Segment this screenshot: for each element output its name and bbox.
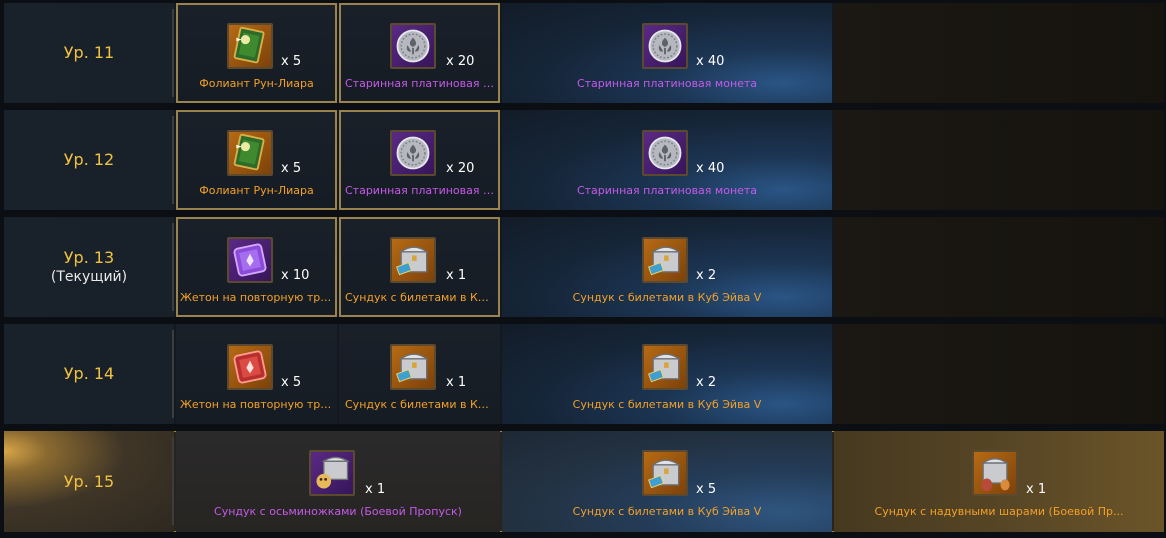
reward-quantity: x 40 — [696, 161, 725, 176]
reward-row-level-14: Ур. 14 x 5 Жетон на повторную транс... x… — [4, 324, 1164, 424]
extra-reward-slot-empty — [834, 110, 1164, 210]
purple-token-icon[interactable] — [227, 237, 273, 283]
ticket-chest-icon[interactable] — [642, 450, 688, 496]
free-reward-slot-1[interactable]: x 10 Жетон на повторную транс... — [176, 217, 337, 317]
divider — [172, 437, 174, 525]
divider — [172, 9, 174, 97]
reward-name: Сундук с осьминожками (Боевой Пропуск) — [214, 505, 462, 518]
reward-name: Старинная платиновая мон... — [345, 184, 495, 197]
platinum-coin-icon[interactable] — [642, 23, 688, 69]
reward-quantity: x 1 — [365, 482, 386, 497]
free-reward-slot[interactable]: x 1 Сундук с осьминожками (Боевой Пропус… — [176, 431, 500, 532]
reward-quantity: x 1 — [446, 268, 467, 283]
level-cell: Ур. 12 — [4, 110, 174, 210]
reward-row-level-12: Ур. 12 x 5 Фолиант Рун-Лиара x 20 Старин… — [4, 110, 1164, 210]
balloon-chest-icon[interactable] — [972, 450, 1018, 496]
free-reward-slot-1[interactable]: x 5 Фолиант Рун-Лиара — [176, 110, 337, 210]
platinum-coin-icon[interactable] — [390, 23, 436, 69]
red-token-icon[interactable] — [227, 344, 273, 390]
reward-name: Сундук с надувными шарами (Боевой Пр... — [874, 505, 1124, 518]
octopus-chest-icon[interactable] — [309, 450, 355, 496]
extra-reward-slot-empty — [834, 324, 1164, 424]
level-cell: Ур. 11 — [4, 3, 174, 103]
level-label: Ур. 15 — [63, 471, 115, 491]
reward-name: Фолиант Рун-Лиара — [199, 77, 314, 90]
extra-reward-slot[interactable]: x 1 Сундук с надувными шарами (Боевой Пр… — [834, 431, 1164, 532]
reward-quantity: x 2 — [696, 375, 717, 390]
free-reward-slot-1[interactable]: x 5 Жетон на повторную транс... — [176, 324, 337, 424]
divider — [172, 330, 174, 418]
level-cell: Ур. 15 — [4, 431, 174, 532]
level-cell: Ур. 13 (Текущий) — [4, 217, 174, 317]
premium-reward-slot[interactable]: x 2 Сундук с билетами в Куб Эйва V — [502, 324, 832, 424]
free-reward-slot-2[interactable]: x 1 Сундук с билетами в Куб Э... — [339, 324, 500, 424]
current-level-marker: (Текущий) — [50, 269, 128, 285]
reward-name: Фолиант Рун-Лиара — [199, 184, 314, 197]
ticket-chest-icon[interactable] — [390, 237, 436, 283]
reward-quantity: x 1 — [1026, 482, 1047, 497]
reward-quantity: x 5 — [281, 161, 302, 176]
reward-name: Сундук с билетами в Куб Э... — [345, 291, 495, 304]
divider — [172, 116, 174, 204]
reward-name: Сундук с билетами в Куб Эйва V — [572, 398, 762, 411]
reward-row-level-11: Ур. 11 x 5 Фолиант Рун-Лиара x 20 Старин… — [4, 3, 1164, 103]
ticket-chest-icon[interactable] — [642, 237, 688, 283]
tome-icon[interactable] — [227, 130, 273, 176]
reward-quantity: x 5 — [696, 482, 717, 497]
reward-name: Старинная платиновая моне... — [345, 77, 495, 90]
reward-name: Старинная платиновая монета — [576, 77, 758, 90]
premium-reward-slot[interactable]: x 40 Старинная платиновая монета — [502, 110, 832, 210]
platinum-coin-icon[interactable] — [390, 130, 436, 176]
premium-reward-slot[interactable]: x 2 Сундук с билетами в Куб Эйва V — [502, 217, 832, 317]
reward-row-level-13: Ур. 13 (Текущий) x 10 Жетон на повторную… — [4, 217, 1164, 317]
premium-reward-slot[interactable]: x 5 Сундук с билетами в Куб Эйва V — [502, 431, 832, 532]
ticket-chest-icon[interactable] — [390, 344, 436, 390]
reward-name: Сундук с билетами в Куб Эйва V — [572, 505, 762, 518]
reward-name: Жетон на повторную транс... — [180, 398, 335, 411]
reward-name: Сундук с билетами в Куб Эйва V — [572, 291, 762, 304]
level-label: Ур. 13 — [63, 248, 115, 267]
free-reward-slot-1[interactable]: x 5 Фолиант Рун-Лиара — [176, 3, 337, 103]
level-label: Ур. 11 — [63, 43, 115, 62]
tome-icon[interactable] — [227, 23, 273, 69]
extra-reward-slot-empty — [834, 217, 1164, 317]
level-label: Ур. 12 — [63, 150, 115, 169]
reward-quantity: x 20 — [446, 54, 475, 69]
free-reward-slot-2[interactable]: x 20 Старинная платиновая мон... — [339, 110, 500, 210]
level-cell: Ур. 14 — [4, 324, 174, 424]
extra-reward-slot-empty — [834, 3, 1164, 103]
reward-name: Старинная платиновая монета — [576, 184, 758, 197]
platinum-coin-icon[interactable] — [642, 130, 688, 176]
ticket-chest-icon[interactable] — [642, 344, 688, 390]
reward-name: Сундук с билетами в Куб Э... — [345, 398, 495, 411]
reward-quantity: x 2 — [696, 268, 717, 283]
divider — [172, 223, 174, 311]
level-label: Ур. 14 — [63, 364, 115, 383]
premium-reward-slot[interactable]: x 40 Старинная платиновая монета — [502, 3, 832, 103]
reward-quantity: x 20 — [446, 161, 475, 176]
reward-quantity: x 40 — [696, 54, 725, 69]
reward-quantity: x 1 — [446, 375, 467, 390]
reward-row-level-15: Ур. 15 x 1 Сундук с осьминожками (Боевой… — [4, 431, 1164, 532]
free-reward-slot-2[interactable]: x 1 Сундук с билетами в Куб Э... — [339, 217, 500, 317]
reward-name: Жетон на повторную транс... — [180, 291, 335, 304]
reward-quantity: x 5 — [281, 54, 302, 69]
free-reward-slot-2[interactable]: x 20 Старинная платиновая моне... — [339, 3, 500, 103]
reward-quantity: x 5 — [281, 375, 302, 390]
reward-quantity: x 10 — [281, 268, 310, 283]
